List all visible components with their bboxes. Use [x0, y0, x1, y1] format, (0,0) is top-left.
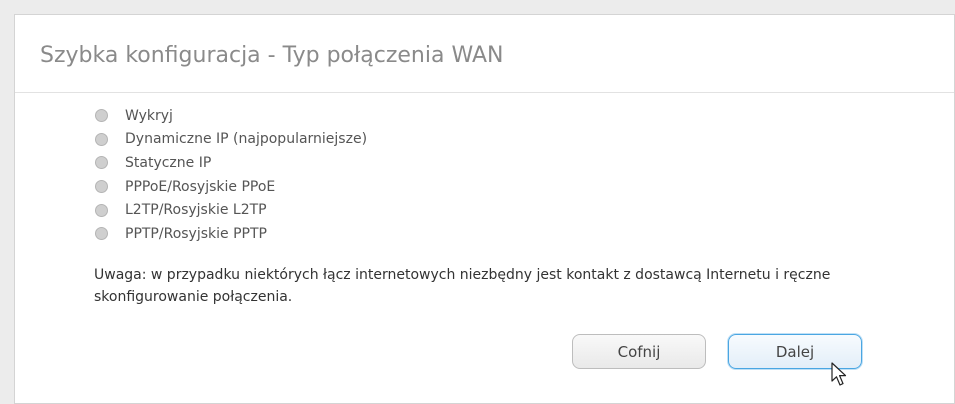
panel-header: Szybka konfiguracja - Typ połączenia WAN	[15, 15, 954, 93]
option-label: Wykryj	[125, 107, 173, 124]
option-dynamic-ip[interactable]: Dynamiczne IP (najpopularniejsze)	[95, 128, 367, 152]
option-label: Dynamiczne IP (najpopularniejsze)	[125, 131, 368, 148]
radio-button[interactable]	[95, 132, 108, 146]
radio-button[interactable]	[95, 180, 108, 194]
option-static-ip[interactable]: Statyczne IP	[95, 151, 367, 175]
radio-button[interactable]	[95, 156, 108, 170]
radio-button[interactable]	[95, 203, 108, 217]
option-pppoe[interactable]: PPPoE/Rosyjskie PPoE	[95, 175, 367, 199]
radio-button[interactable]	[95, 227, 108, 241]
option-label: PPPoE/Rosyjskie PPoE	[125, 178, 276, 195]
option-label: Statyczne IP	[125, 154, 212, 171]
page-title: Szybka konfiguracja - Typ połączenia WAN	[40, 43, 504, 68]
option-label: PPTP/Rosyjskie PPTP	[125, 225, 267, 242]
arrow-pointer-icon	[831, 362, 847, 386]
note-text: Uwaga: w przypadku niektórych łącz inter…	[94, 267, 831, 305]
option-detect[interactable]: Wykryj	[95, 104, 367, 128]
radio-button[interactable]	[95, 109, 108, 123]
option-pptp[interactable]: PPTP/Rosyjskie PPTP	[95, 222, 367, 246]
option-l2tp[interactable]: L2TP/Rosyjskie L2TP	[95, 198, 367, 222]
connection-type-list: Wykryj Dynamiczne IP (najpopularniejsze)…	[95, 104, 367, 246]
option-label: L2TP/Rosyjskie L2TP	[125, 202, 267, 219]
back-button[interactable]: Cofnij	[572, 334, 706, 369]
